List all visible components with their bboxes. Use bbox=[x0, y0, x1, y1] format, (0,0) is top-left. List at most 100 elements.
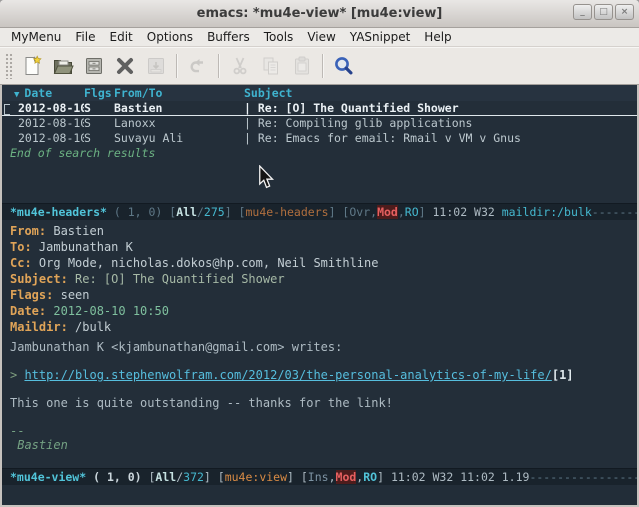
message-row-selected[interactable]: 2012-08-10 S Bastien | Re: [O] The Quant… bbox=[2, 101, 637, 116]
emacs-window: emacs: *mu4e-view* [mu4e:view] _ □ × MyM… bbox=[0, 0, 639, 507]
text-segment: ] bbox=[419, 205, 433, 219]
save-buffer-icon[interactable] bbox=[79, 51, 108, 81]
text-segment: ] [ bbox=[287, 470, 308, 484]
message-body: Jambunathan K <kjambunathan@gmail.com> w… bbox=[10, 340, 637, 452]
text-segment: Mod bbox=[377, 205, 398, 219]
menu-help[interactable]: Help bbox=[417, 30, 458, 44]
text-segment: ( 1, 0) bbox=[107, 205, 169, 219]
menu-buffers[interactable]: Buffers bbox=[200, 30, 257, 44]
body-line bbox=[10, 410, 637, 424]
close-buffer-icon[interactable] bbox=[110, 51, 139, 81]
body-line: -- bbox=[10, 424, 637, 438]
body-line: This one is quite outstanding -- thanks … bbox=[10, 396, 637, 410]
cut-icon bbox=[225, 51, 254, 81]
header-from: From: Bastien bbox=[10, 223, 637, 239]
toolbar-separator bbox=[322, 54, 323, 78]
menu-yasnippet[interactable]: YASnippet bbox=[343, 30, 418, 44]
text-segment: maildir:/bulk bbox=[502, 205, 592, 219]
text-segment: ] [ bbox=[204, 470, 225, 484]
toolbar-grip-icon bbox=[5, 53, 13, 79]
text-segment: Jambunathan K <kjambunathan@gmail.com> w… bbox=[10, 340, 342, 354]
text-segment: [1] bbox=[552, 368, 574, 382]
message-link[interactable]: http://blog.stephenwolfram.com/2012/03/t… bbox=[24, 368, 551, 382]
sort-descending-icon: ▼ bbox=[14, 90, 19, 100]
text-segment: RO bbox=[363, 470, 377, 484]
titlebar: emacs: *mu4e-view* [mu4e:view] _ □ × bbox=[0, 0, 639, 28]
message-row[interactable]: 2012-08-10 S Suvayu Ali | Re: Emacs for … bbox=[2, 131, 637, 146]
toolbar-separator bbox=[176, 54, 177, 78]
text-segment: ( 1, 0) bbox=[86, 470, 148, 484]
menu-options[interactable]: Options bbox=[140, 30, 200, 44]
headers-column-row: ▼Date Flgs From/To Subject bbox=[2, 85, 637, 101]
new-file-icon[interactable] bbox=[17, 51, 46, 81]
text-segment: *mu4e-headers* bbox=[10, 205, 107, 219]
header-cc: Cc: Org Mode, nicholas.dokos@hp.com, Nei… bbox=[10, 255, 637, 271]
menu-view[interactable]: View bbox=[300, 30, 342, 44]
save-as-icon bbox=[141, 51, 170, 81]
body-line: Bastien bbox=[10, 438, 637, 452]
column-header-date[interactable]: ▼Date bbox=[14, 85, 84, 101]
text-segment: ------------------------------ bbox=[529, 470, 637, 484]
undo-icon bbox=[183, 51, 212, 81]
modeline-mu4e-view[interactable]: *mu4e-view* ( 1, 0) [All/372] [mu4e:view… bbox=[2, 468, 637, 485]
text-segment: ------------------------------ bbox=[592, 205, 637, 219]
search-icon[interactable] bbox=[329, 51, 358, 81]
header-date: Date: 2012-08-10 10:50 bbox=[10, 303, 637, 319]
text-segment: All bbox=[155, 470, 176, 484]
text-segment: *mu4e-view* bbox=[10, 470, 86, 484]
tool-bar bbox=[0, 47, 639, 85]
echo-area[interactable] bbox=[2, 485, 637, 505]
minimize-button[interactable]: _ bbox=[573, 4, 592, 20]
text-segment: This one is quite outstanding -- thanks … bbox=[10, 396, 393, 410]
header-subject: Subject: Re: [O] The Quantified Shower bbox=[10, 271, 637, 287]
body-line bbox=[10, 354, 637, 368]
open-file-icon[interactable] bbox=[48, 51, 77, 81]
column-header-flags[interactable]: Flgs bbox=[84, 85, 114, 101]
paste-icon bbox=[287, 51, 316, 81]
header-maildir: Maildir: /bulk bbox=[10, 319, 637, 335]
header-flags: Flags: seen bbox=[10, 287, 637, 303]
message-row[interactable]: 2012-08-10 S Lanoxx | Re: Compiling glib… bbox=[2, 116, 637, 131]
menu-tools[interactable]: Tools bbox=[257, 30, 301, 44]
text-segment: Ins bbox=[308, 470, 329, 484]
window-title: emacs: *mu4e-view* [mu4e:view] bbox=[197, 6, 443, 21]
end-of-search-results: End of search results bbox=[2, 146, 637, 161]
mu4e-headers-window: ▼Date Flgs From/To Subject 2012-08-10 S … bbox=[2, 85, 637, 203]
menu-file[interactable]: File bbox=[68, 30, 102, 44]
text-segment: , bbox=[329, 470, 336, 484]
text-segment: RO bbox=[405, 205, 419, 219]
text-segment: Ovr bbox=[349, 205, 370, 219]
toolbar-separator bbox=[218, 54, 219, 78]
copy-icon bbox=[256, 51, 285, 81]
mu4e-view-window: From: Bastien To: Jambunathan K Cc: Org … bbox=[2, 220, 637, 468]
window-controls: _ □ × bbox=[573, 4, 634, 20]
body-line: Jambunathan K <kjambunathan@gmail.com> w… bbox=[10, 340, 637, 354]
text-segment: mu4e:view bbox=[225, 470, 287, 484]
emacs-frame: ▼Date Flgs From/To Subject 2012-08-10 S … bbox=[0, 85, 639, 505]
text-segment: 275 bbox=[204, 205, 225, 219]
text-segment: mu4e-headers bbox=[245, 205, 328, 219]
header-to: To: Jambunathan K bbox=[10, 239, 637, 255]
text-segment: ] [ bbox=[225, 205, 246, 219]
text-segment: 11:02 W32 11:02 1.19 bbox=[391, 470, 529, 484]
text-segment: / bbox=[197, 205, 204, 219]
current-line-fringe-icon bbox=[4, 104, 10, 115]
close-button[interactable]: × bbox=[615, 4, 634, 20]
text-segment: Mod bbox=[336, 470, 357, 484]
menu-bar: MyMenu File Edit Options Buffers Tools V… bbox=[0, 28, 639, 47]
menu-mymenu[interactable]: MyMenu bbox=[4, 30, 68, 44]
menu-edit[interactable]: Edit bbox=[103, 30, 140, 44]
column-header-subject[interactable]: Subject bbox=[244, 85, 637, 101]
text-segment: 372 bbox=[183, 470, 204, 484]
text-segment: ] [ bbox=[329, 205, 350, 219]
text-segment: 11:02 W32 bbox=[433, 205, 502, 219]
text-segment: All bbox=[176, 205, 197, 219]
body-line bbox=[10, 382, 637, 396]
body-line: > http://blog.stephenwolfram.com/2012/03… bbox=[10, 368, 637, 382]
text-segment: -- bbox=[10, 424, 24, 438]
modeline-mu4e-headers[interactable]: *mu4e-headers* ( 1, 0) [All/275] [mu4e-h… bbox=[2, 203, 637, 220]
column-header-from[interactable]: From/To bbox=[114, 85, 244, 101]
text-segment: > bbox=[10, 368, 24, 382]
maximize-button[interactable]: □ bbox=[594, 4, 613, 20]
text-segment: , bbox=[398, 205, 405, 219]
